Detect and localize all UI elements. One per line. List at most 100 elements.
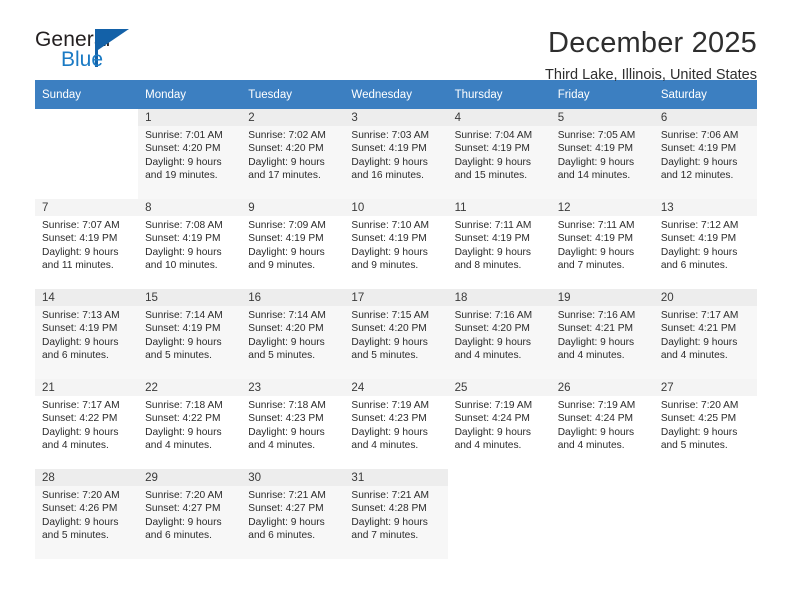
- day-details: Sunrise: 7:05 AM Sunset: 4:19 PM Daylight:…: [551, 126, 654, 182]
- calendar-day[interactable]: 15 Sunrise: 7:14 AM Sunset: 4:19 PM Dayligh…: [138, 289, 242, 379]
- calendar-day[interactable]: 4 Sunrise: 7:04 AM Sunset: 4:19 PM Daylight…: [447, 109, 551, 199]
- sunrise-text: Sunrise: 7:01 AM: [145, 130, 223, 141]
- day-details: Sunrise: 7:16 AM Sunset: 4:21 PM Daylight:…: [551, 306, 654, 362]
- daylight-text-line1: Daylight: 9 hours: [42, 336, 119, 348]
- calendar-day[interactable]: 19 Sunrise: 7:16 AM Sunset: 4:21 PM Dayligh…: [550, 289, 654, 379]
- sunset-text: Sunset: 4:26 PM: [42, 503, 118, 515]
- calendar-day[interactable]: 18 Sunrise: 7:16 AM Sunset: 4:20 PM Dayligh…: [447, 289, 551, 379]
- sunrise-text: Sunrise: 7:21 AM: [248, 490, 326, 501]
- daylight-text-line2: and 17 minutes.: [248, 169, 321, 181]
- day-details: Sunrise: 7:20 AM Sunset: 4:27 PM Daylight:…: [138, 486, 241, 542]
- day-details: Sunrise: 7:03 AM Sunset: 4:19 PM Daylight:…: [344, 126, 447, 182]
- daylight-text-line1: Daylight: 9 hours: [660, 156, 738, 168]
- day-details: Sunrise: 7:19 AM Sunset: 4:23 PM Daylight:…: [344, 396, 447, 452]
- calendar-day[interactable]: 22 Sunrise: 7:18 AM Sunset: 4:22 PM Dayligh…: [138, 379, 242, 469]
- location-subtitle: Third Lake, Illinois, United States: [545, 67, 757, 83]
- daylight-text-line2: and 6 minutes.: [660, 259, 728, 271]
- daylight-text-line1: Daylight: 9 hours: [248, 426, 325, 438]
- calendar-day[interactable]: 16 Sunrise: 7:14 AM Sunset: 4:20 PM Dayligh…: [241, 289, 345, 379]
- daylight-text-line1: Daylight: 9 hours: [454, 426, 532, 438]
- day-number: 21: [35, 379, 139, 396]
- daylight-text-line1: Daylight: 9 hours: [351, 156, 428, 168]
- day-details: Sunrise: 7:07 AM Sunset: 4:19 PM Daylight:…: [35, 216, 138, 272]
- day-details: Sunrise: 7:09 AM Sunset: 4:19 PM Daylight:…: [241, 216, 344, 272]
- calendar-day[interactable]: 5 Sunrise: 7:05 AM Sunset: 4:19 PM Daylight…: [550, 109, 654, 199]
- calendar-page: General Blue December 2025 Third Lake, I…: [0, 0, 792, 612]
- calendar-day[interactable]: 14 Sunrise: 7:13 AM Sunset: 4:19 PM Dayligh…: [35, 289, 139, 379]
- day-details: Sunrise: 7:20 AM Sunset: 4:25 PM Daylight:…: [654, 396, 757, 452]
- calendar-day[interactable]: 10 Sunrise: 7:10 AM Sunset: 4:19 PM Dayligh…: [344, 199, 448, 289]
- calendar-cell: 2 Sunrise: 7:02 AM Sunset: 4:20 PM Daylight…: [241, 109, 345, 199]
- daylight-text-line2: and 6 minutes.: [145, 529, 212, 541]
- calendar-day[interactable]: 13 Sunrise: 7:12 AM Sunset: 4:19 PM Dayligh…: [653, 199, 757, 289]
- calendar-day[interactable]: 2 Sunrise: 7:02 AM Sunset: 4:20 PM Daylight…: [241, 109, 345, 199]
- calendar-day[interactable]: 6 Sunrise: 7:06 AM Sunset: 4:19 PM Daylight…: [653, 109, 757, 199]
- day-number: 31: [344, 469, 448, 486]
- daylight-text-line2: and 5 minutes.: [351, 349, 419, 361]
- sunset-text: Sunset: 4:19 PM: [351, 143, 427, 155]
- sunset-text: Sunset: 4:19 PM: [42, 323, 118, 335]
- sunrise-text: Sunrise: 7:11 AM: [454, 220, 532, 231]
- day-number: 30: [241, 469, 345, 486]
- sunset-text: Sunset: 4:19 PM: [660, 143, 737, 155]
- day-number: 4: [447, 109, 551, 126]
- calendar-day[interactable]: 28 Sunrise: 7:20 AM Sunset: 4:26 PM Dayligh…: [35, 469, 139, 559]
- calendar-cell: 8 Sunrise: 7:08 AM Sunset: 4:19 PM Daylight…: [138, 199, 242, 289]
- sunrise-text: Sunrise: 7:20 AM: [145, 490, 223, 501]
- calendar-cell: 7 Sunrise: 7:07 AM Sunset: 4:19 PM Daylight…: [35, 199, 139, 289]
- daylight-text-line1: Daylight: 9 hours: [145, 426, 222, 438]
- daylight-text-line1: Daylight: 9 hours: [145, 156, 222, 168]
- calendar-cell: [653, 469, 757, 559]
- sunrise-text: Sunrise: 7:06 AM: [660, 130, 739, 141]
- brand-logo[interactable]: General Blue: [35, 26, 185, 82]
- calendar-day[interactable]: 21 Sunrise: 7:17 AM Sunset: 4:22 PM Dayligh…: [35, 379, 139, 469]
- calendar-day[interactable]: 9 Sunrise: 7:09 AM Sunset: 4:19 PM Daylight…: [241, 199, 345, 289]
- calendar-day[interactable]: 7 Sunrise: 7:07 AM Sunset: 4:19 PM Daylight…: [35, 199, 139, 289]
- day-number: 18: [447, 289, 551, 306]
- sunset-text: Sunset: 4:19 PM: [351, 233, 427, 245]
- sunset-text: Sunset: 4:19 PM: [42, 233, 118, 245]
- day-number: 22: [138, 379, 242, 396]
- calendar-cell: 9 Sunrise: 7:09 AM Sunset: 4:19 PM Daylight…: [241, 199, 345, 289]
- daylight-text-line2: and 5 minutes.: [248, 349, 316, 361]
- calendar-day[interactable]: 8 Sunrise: 7:08 AM Sunset: 4:19 PM Daylight…: [138, 199, 242, 289]
- sunset-text: Sunset: 4:20 PM: [248, 323, 324, 335]
- calendar-cell: 5 Sunrise: 7:05 AM Sunset: 4:19 PM Daylight…: [550, 109, 654, 199]
- daylight-text-line2: and 6 minutes.: [248, 529, 316, 541]
- sunset-text: Sunset: 4:27 PM: [145, 503, 221, 515]
- calendar-day[interactable]: 25 Sunrise: 7:19 AM Sunset: 4:24 PM Dayligh…: [447, 379, 551, 469]
- calendar-day[interactable]: 29 Sunrise: 7:20 AM Sunset: 4:27 PM Dayligh…: [138, 469, 242, 559]
- daylight-text-line2: and 4 minutes.: [454, 349, 522, 361]
- page-title: December 2025: [548, 27, 757, 59]
- calendar-day[interactable]: 24 Sunrise: 7:19 AM Sunset: 4:23 PM Dayligh…: [344, 379, 448, 469]
- calendar-cell: [35, 109, 139, 199]
- daylight-text-line1: Daylight: 9 hours: [145, 246, 222, 258]
- calendar-day[interactable]: 30 Sunrise: 7:21 AM Sunset: 4:27 PM Dayligh…: [241, 469, 345, 559]
- sunset-text: Sunset: 4:27 PM: [248, 503, 324, 515]
- calendar-day[interactable]: 17 Sunrise: 7:15 AM Sunset: 4:20 PM Dayligh…: [344, 289, 448, 379]
- calendar-week-row: 28 Sunrise: 7:20 AM Sunset: 4:26 PM Dayligh…: [35, 469, 757, 559]
- calendar-week-row: 1 Sunrise: 7:01 AM Sunset: 4:20 PM Daylight…: [35, 109, 757, 199]
- calendar-day[interactable]: 23 Sunrise: 7:18 AM Sunset: 4:23 PM Dayligh…: [241, 379, 345, 469]
- sunset-text: Sunset: 4:19 PM: [557, 233, 634, 245]
- weekday-header-sunday: Sunday: [35, 80, 139, 109]
- daylight-text-line1: Daylight: 9 hours: [557, 156, 635, 168]
- sunset-text: Sunset: 4:21 PM: [557, 323, 634, 335]
- calendar-day[interactable]: 27 Sunrise: 7:20 AM Sunset: 4:25 PM Dayligh…: [653, 379, 757, 469]
- calendar-cell: 20 Sunrise: 7:17 AM Sunset: 4:21 PM Dayligh…: [653, 289, 757, 379]
- day-number: 23: [241, 379, 345, 396]
- calendar-cell: 31 Sunrise: 7:21 AM Sunset: 4:28 PM Dayligh…: [344, 469, 448, 559]
- day-number: 26: [550, 379, 654, 396]
- calendar-day[interactable]: 1 Sunrise: 7:01 AM Sunset: 4:20 PM Daylight…: [138, 109, 242, 199]
- calendar-day[interactable]: 31 Sunrise: 7:21 AM Sunset: 4:28 PM Dayligh…: [344, 469, 448, 559]
- day-number: 3: [344, 109, 448, 126]
- calendar-day[interactable]: 20 Sunrise: 7:17 AM Sunset: 4:21 PM Dayligh…: [653, 289, 757, 379]
- calendar-day[interactable]: 11 Sunrise: 7:11 AM Sunset: 4:19 PM Dayligh…: [447, 199, 551, 289]
- calendar-day[interactable]: 3 Sunrise: 7:03 AM Sunset: 4:19 PM Daylight…: [344, 109, 448, 199]
- sunrise-text: Sunrise: 7:05 AM: [557, 130, 636, 141]
- calendar-day[interactable]: 12 Sunrise: 7:11 AM Sunset: 4:19 PM Dayligh…: [550, 199, 654, 289]
- sunrise-text: Sunrise: 7:15 AM: [351, 310, 430, 321]
- daylight-text-line1: Daylight: 9 hours: [351, 516, 428, 528]
- calendar-day[interactable]: 26 Sunrise: 7:19 AM Sunset: 4:24 PM Dayligh…: [550, 379, 654, 469]
- sunset-text: Sunset: 4:23 PM: [248, 413, 324, 425]
